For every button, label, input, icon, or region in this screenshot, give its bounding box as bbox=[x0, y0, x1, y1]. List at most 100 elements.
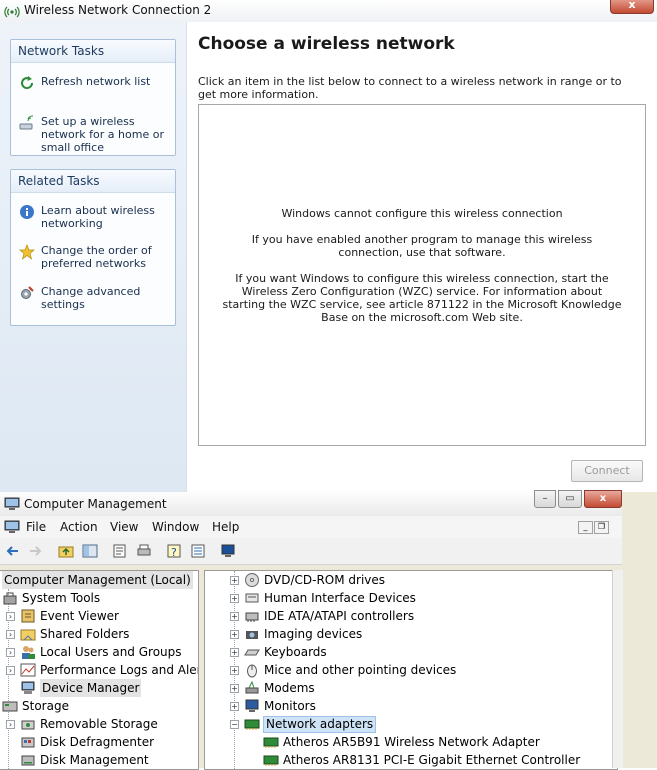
wireless-setup-icon bbox=[19, 115, 34, 130]
shared-folder-icon bbox=[20, 629, 36, 641]
computer-management-icon bbox=[4, 520, 20, 533]
device-label: Atheros AR8131 PCI-E Gigabit Ethernet Co… bbox=[283, 753, 581, 767]
menu-file[interactable]: File bbox=[26, 520, 46, 534]
maximize-button[interactable]: ▭ bbox=[558, 490, 582, 508]
network-tasks-heading: Network Tasks bbox=[11, 40, 175, 63]
network-tasks-panel: Network Tasks Refresh network list Set u… bbox=[10, 39, 176, 156]
mdi-restore-button[interactable]: ❐ bbox=[594, 521, 609, 534]
device-label: Monitors bbox=[264, 699, 316, 713]
instruction-text: Click an item in the list below to conne… bbox=[198, 75, 622, 101]
tree-item-label: Device Manager bbox=[40, 679, 142, 697]
tree-item-label: System Tools bbox=[22, 591, 101, 605]
hid-icon bbox=[245, 593, 259, 603]
cm-titlebar[interactable]: Computer Management – ▭ x bbox=[0, 490, 622, 516]
performance-icon bbox=[20, 663, 36, 677]
change-order-label: Change the order of preferred networks bbox=[41, 244, 152, 270]
window-title: Computer Management bbox=[24, 497, 167, 511]
device-label: Keyboards bbox=[264, 645, 327, 659]
tree-item-label: Storage bbox=[22, 699, 69, 713]
toolbar: ? bbox=[0, 538, 622, 565]
other-program-message: If you have enabled another program to m… bbox=[251, 233, 593, 259]
properties-icon[interactable] bbox=[112, 543, 128, 559]
svg-text:?: ? bbox=[171, 546, 177, 559]
expand-icon[interactable]: › bbox=[6, 612, 15, 621]
help-icon[interactable]: ? bbox=[166, 543, 182, 559]
main-content: Choose a wireless network Click an item … bbox=[186, 22, 657, 492]
print-icon[interactable] bbox=[136, 543, 152, 559]
tree-item-label: Local Users and Groups bbox=[40, 645, 182, 659]
device-label: IDE ATA/ATAPI controllers bbox=[264, 609, 415, 623]
list-view-icon[interactable] bbox=[190, 543, 206, 559]
mouse-icon bbox=[247, 664, 257, 678]
star-icon bbox=[19, 244, 35, 260]
close-button[interactable]: x bbox=[584, 490, 622, 508]
expand-icon[interactable]: + bbox=[230, 684, 239, 693]
wnc-titlebar[interactable]: Wireless Network Connection 2 x bbox=[0, 0, 657, 23]
defrag-icon bbox=[21, 737, 35, 748]
related-tasks-panel: Related Tasks Learn about wireless netwo… bbox=[10, 169, 176, 326]
task-sidebar: Network Tasks Refresh network list Set u… bbox=[0, 22, 186, 492]
computer-management-icon bbox=[4, 497, 20, 510]
device-label: Atheros AR5B91 Wireless Network Adapter bbox=[283, 735, 540, 749]
wireless-signal-icon bbox=[4, 6, 20, 18]
window-title: Wireless Network Connection 2 bbox=[24, 3, 212, 17]
console-tree[interactable]: Computer Management (Local) System Tools… bbox=[0, 570, 199, 770]
keyboard-icon bbox=[244, 649, 260, 656]
expand-icon[interactable]: + bbox=[230, 594, 239, 603]
close-button[interactable]: x bbox=[610, 0, 654, 14]
expand-icon[interactable]: › bbox=[6, 648, 15, 657]
related-tasks-heading: Related Tasks bbox=[11, 170, 175, 193]
computer-management-window: Computer Management – ▭ x File Action Vi… bbox=[0, 490, 657, 770]
vertical-scrollbar[interactable] bbox=[612, 570, 623, 768]
menu-bar: File Action View Window Help _ ❐ bbox=[0, 516, 622, 538]
expand-icon[interactable]: + bbox=[230, 576, 239, 585]
settings-icon bbox=[21, 286, 34, 299]
menu-view[interactable]: View bbox=[110, 520, 138, 534]
tree-item-label: Computer Management (Local) bbox=[2, 571, 193, 589]
setup-wireless-network-label: Set up a wireless network for a home or … bbox=[41, 115, 164, 154]
learn-wireless-label: Learn about wireless networking bbox=[41, 204, 155, 230]
tree-item-label: Disk Management bbox=[40, 753, 149, 767]
expand-icon[interactable]: › bbox=[6, 666, 15, 675]
expand-icon[interactable]: + bbox=[230, 648, 239, 657]
device-label: Mice and other pointing devices bbox=[264, 663, 457, 677]
expand-icon[interactable]: › bbox=[6, 630, 15, 639]
connect-button[interactable]: Connect bbox=[571, 460, 643, 482]
monitor-icon bbox=[245, 699, 259, 712]
menu-action[interactable]: Action bbox=[60, 520, 98, 534]
advanced-settings-label: Change advanced settings bbox=[41, 285, 141, 311]
forward-arrow-icon[interactable] bbox=[28, 543, 44, 559]
device-label: Imaging devices bbox=[264, 627, 363, 641]
dvd-icon bbox=[245, 573, 259, 587]
wzc-service-message: If you want Windows to configure this wi… bbox=[222, 272, 622, 324]
wireless-network-list[interactable]: Windows cannot configure this wireless c… bbox=[198, 104, 646, 446]
device-label: Network adapters bbox=[263, 716, 377, 733]
storage-icon bbox=[2, 701, 18, 712]
menu-window[interactable]: Window bbox=[152, 520, 199, 534]
device-list[interactable]: + DVD/CD-ROM drives + Human Interface De… bbox=[204, 570, 618, 770]
show-hide-tree-icon[interactable] bbox=[82, 543, 98, 559]
removable-storage-icon bbox=[21, 720, 35, 730]
info-icon bbox=[20, 205, 34, 219]
device-label: Human Interface Devices bbox=[264, 591, 416, 605]
expand-icon[interactable]: + bbox=[230, 612, 239, 621]
tree-item-label: Shared Folders bbox=[40, 627, 130, 641]
monitor-icon[interactable] bbox=[220, 543, 236, 559]
menu-help[interactable]: Help bbox=[212, 520, 239, 534]
ide-icon bbox=[245, 612, 259, 622]
up-folder-icon[interactable] bbox=[58, 543, 74, 559]
mdi-minimize-button[interactable]: _ bbox=[578, 521, 593, 534]
expand-icon[interactable]: + bbox=[230, 666, 239, 675]
tree-item-label: Performance Logs and Alerts bbox=[40, 663, 199, 677]
network-adapter-icon bbox=[244, 719, 260, 730]
expand-icon[interactable]: + bbox=[230, 630, 239, 639]
collapse-icon[interactable]: − bbox=[230, 720, 239, 729]
wireless-network-window: Wireless Network Connection 2 x Network … bbox=[0, 0, 657, 492]
users-icon bbox=[22, 646, 35, 659]
back-arrow-icon[interactable] bbox=[4, 543, 20, 559]
minimize-button[interactable]: – bbox=[534, 490, 556, 508]
expand-icon[interactable]: + bbox=[230, 702, 239, 711]
expand-icon[interactable]: › bbox=[6, 720, 15, 729]
modem-icon bbox=[245, 680, 259, 694]
device-label: Modems bbox=[264, 681, 315, 695]
